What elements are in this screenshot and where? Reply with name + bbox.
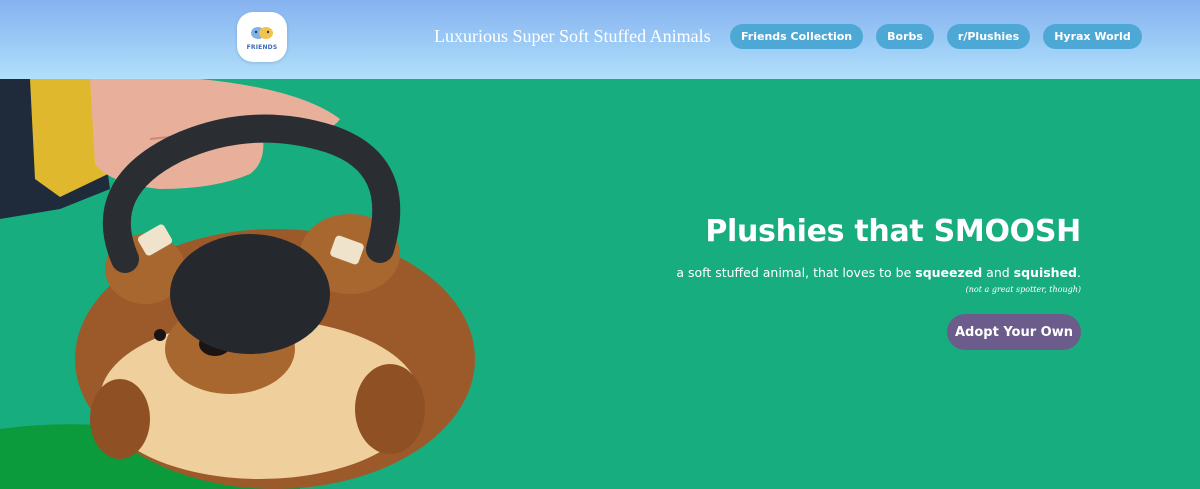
nav-hyrax-world[interactable]: Hyrax World [1043, 24, 1142, 49]
site-title: Luxurious Super Soft Stuffed Animals [434, 26, 711, 46]
subline-squeezed: squeezed [915, 265, 983, 280]
logo-text: FRIENDS [246, 44, 278, 51]
hero-headline: Plushies that SMOOSH [705, 214, 1081, 249]
hero-text-block: Plushies that SMOOSH a soft stuffed anim… [676, 214, 1081, 350]
hero-subline: a soft stuffed animal, that loves to be … [676, 265, 1081, 280]
hero-section: Plushies that SMOOSH a soft stuffed anim… [0, 79, 1200, 489]
subline-squished: squished [1013, 265, 1078, 280]
plush-kettlebell-image [0, 79, 475, 489]
hero-note: (not a great spotter, though) [965, 285, 1081, 294]
nav-friends-collection[interactable]: Friends Collection [730, 24, 864, 49]
friends-logo-icon [251, 27, 273, 39]
adopt-your-own-button[interactable]: Adopt Your Own [946, 314, 1081, 350]
subline-text-mid: and [982, 265, 1014, 280]
site-header: FRIENDS Luxurious Super Soft Stuffed Ani… [0, 0, 1200, 79]
friends-logo[interactable]: FRIENDS [237, 12, 287, 62]
nav-r-plushies[interactable]: r/Plushies [946, 24, 1031, 49]
main-nav: Friends Collection Borbs r/Plushies Hyra… [730, 24, 1142, 49]
subline-text-end: . [1077, 265, 1081, 280]
subline-text-start: a soft stuffed animal, that loves to be [676, 265, 916, 280]
nav-borbs[interactable]: Borbs [876, 24, 934, 49]
